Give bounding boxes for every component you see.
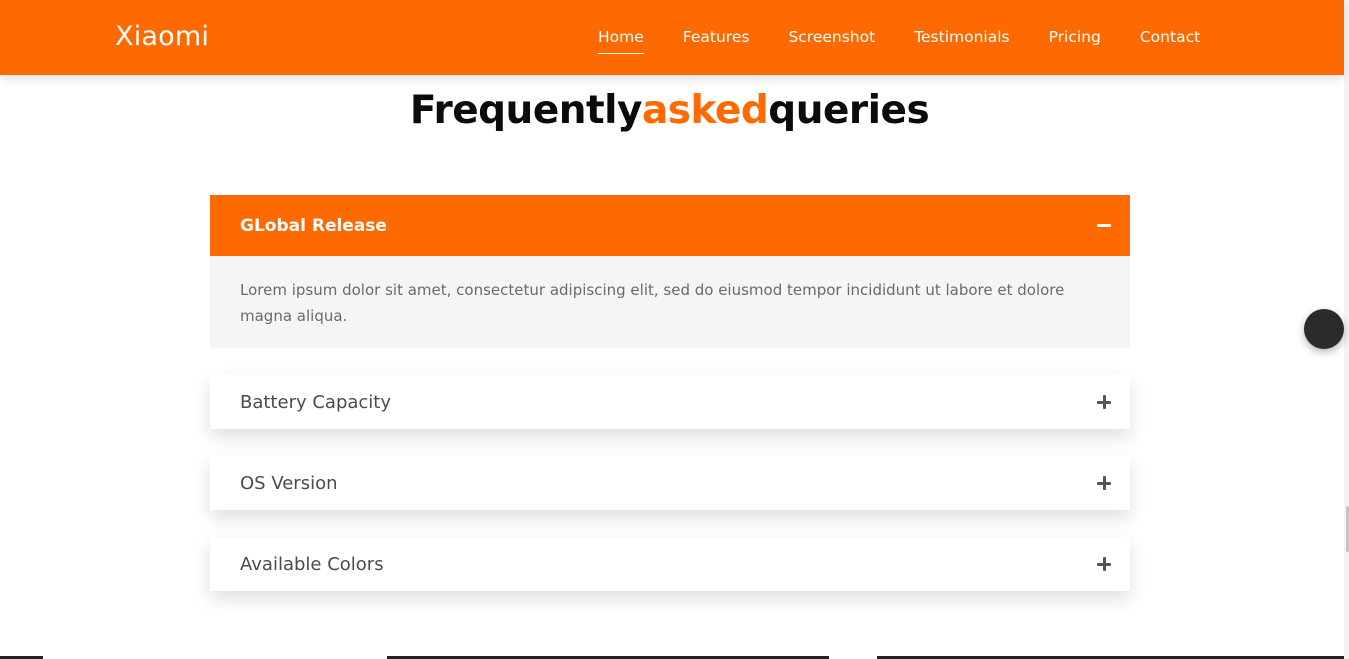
faq-question-header[interactable]: Battery Capacity [210,375,1130,429]
faq-question-label: OS Version [240,472,338,494]
faq-answer-text: Lorem ipsum dolor sit amet, consectetur … [240,281,1065,325]
faq-item-battery-capacity[interactable]: Battery Capacity [210,375,1130,429]
nav-link-contact[interactable]: Contact [1140,26,1200,48]
plus-icon[interactable] [1096,556,1112,572]
page-scrollbar[interactable] [1344,0,1349,659]
faq-section-title: Frequentlyaskedqueries [0,86,1339,136]
faq-answer-panel: Lorem ipsum dolor sit amet, consectetur … [210,256,1130,348]
faq-accordion: GLobal Release Lorem ipsum dolor sit ame… [210,195,1130,591]
plus-icon[interactable] [1096,394,1112,410]
floating-action-button[interactable] [1304,309,1344,349]
faq-question-label: Battery Capacity [240,391,392,413]
nav-link-home[interactable]: Home [598,26,644,54]
faq-item-global-release: GLobal Release Lorem ipsum dolor sit ame… [210,195,1130,348]
nav-link-pricing[interactable]: Pricing [1049,26,1101,48]
title-part-2: queries [768,88,930,133]
main-nav: Home Features Screenshot Testimonials Pr… [598,26,1200,54]
faq-question-header[interactable]: Available Colors [210,537,1130,591]
nav-link-testimonials[interactable]: Testimonials [914,26,1009,48]
brand-logo[interactable]: Xiaomi [115,19,209,55]
nav-link-features[interactable]: Features [683,26,750,48]
faq-item-available-colors[interactable]: Available Colors [210,537,1130,591]
faq-question-header[interactable]: OS Version [210,456,1130,510]
faq-question-label: Available Colors [240,553,384,575]
faq-question-header[interactable]: GLobal Release [210,195,1130,256]
faq-question-label: GLobal Release [240,215,387,236]
title-part-1: Frequently [409,88,643,133]
title-accent: asked [641,88,769,133]
plus-icon[interactable] [1096,475,1112,491]
faq-item-os-version[interactable]: OS Version [210,456,1130,510]
nav-link-screenshot[interactable]: Screenshot [788,26,875,48]
minus-icon[interactable] [1096,218,1112,234]
site-header: Xiaomi Home Features Screenshot Testimon… [0,0,1344,75]
